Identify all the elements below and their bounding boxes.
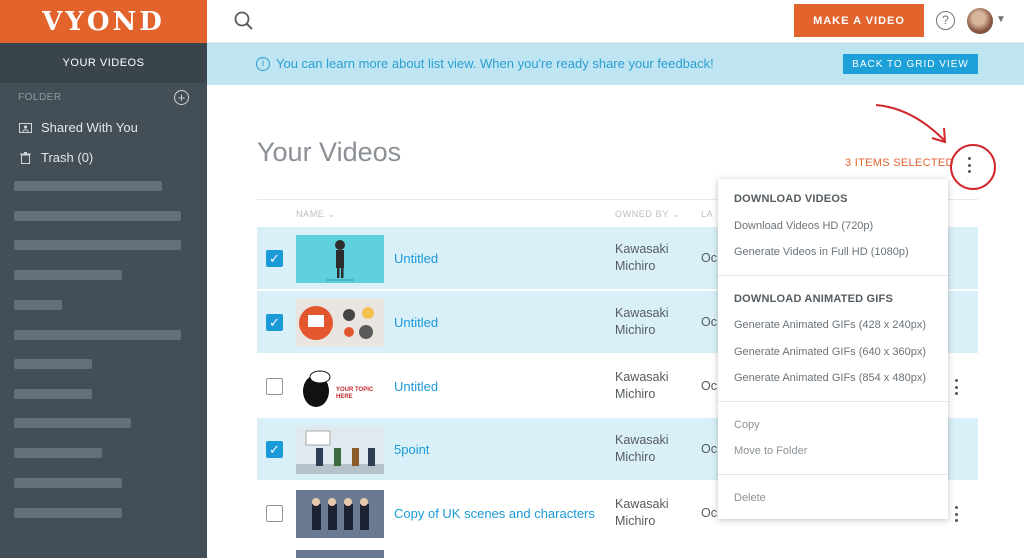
column-name[interactable]: NAME ⌄ <box>296 209 336 220</box>
shared-folder-icon <box>18 122 32 134</box>
video-title-link[interactable]: Untitled <box>394 251 438 266</box>
owner: Kawasaki Michiro <box>615 497 669 528</box>
blurred-folder[interactable] <box>14 508 122 518</box>
blurred-folder[interactable] <box>14 389 92 399</box>
menu-section-download-videos: DOWNLOAD VIDEOS <box>734 193 848 205</box>
annotation-circle <box>950 144 996 190</box>
row-more-icon[interactable] <box>951 506 961 522</box>
menu-item-gif-428[interactable]: Generate Animated GIFs (428 x 240px) <box>734 319 926 331</box>
page-title: Your Videos <box>257 137 402 167</box>
back-to-grid-view-button[interactable]: BACK TO GRID VIEW <box>843 54 978 74</box>
menu-divider <box>718 275 948 276</box>
info-banner: i You can learn more about list view. Wh… <box>207 43 1024 85</box>
last-modified: Oc <box>701 442 717 456</box>
blurred-folder[interactable] <box>14 211 181 221</box>
app-window: VYOND YOUR VIDEOS FOLDER + Shared With Y… <box>0 0 1024 558</box>
logo-bar[interactable]: VYOND <box>0 0 207 43</box>
vyond-logo: VYOND <box>42 6 165 37</box>
top-bar: MAKE A VIDEO ? ▼ <box>207 0 1024 43</box>
menu-item-download-hd[interactable]: Download Videos HD (720p) <box>734 220 873 232</box>
video-thumbnail[interactable]: YOUR TOPIC HERE <box>296 363 384 411</box>
menu-item-generate-full-hd[interactable]: Generate Videos in Full HD (1080p) <box>734 246 909 258</box>
last-modified: Oc <box>701 315 717 329</box>
blurred-folder[interactable] <box>14 270 122 280</box>
row-checkbox[interactable] <box>266 505 283 522</box>
annotation-arrow <box>875 104 947 144</box>
sidebar: VYOND YOUR VIDEOS FOLDER + Shared With Y… <box>0 0 207 558</box>
last-modified: Oc <box>701 379 717 393</box>
help-icon[interactable]: ? <box>936 11 955 30</box>
folder-header: FOLDER + <box>18 90 189 105</box>
menu-divider <box>718 474 948 475</box>
blurred-folder[interactable] <box>14 448 102 458</box>
owner: Kawasaki Michiro <box>615 433 669 464</box>
blurred-folder[interactable] <box>14 478 122 488</box>
video-thumbnail[interactable] <box>296 490 384 538</box>
table-row-partial <box>296 550 384 558</box>
video-thumbnail[interactable] <box>296 426 384 474</box>
last-modified: Oc <box>701 506 717 520</box>
menu-item-delete[interactable]: Delete <box>734 492 766 504</box>
sidebar-item-trash[interactable]: Trash (0) <box>18 150 93 165</box>
row-more-icon[interactable] <box>951 379 961 395</box>
owner: Kawasaki Michiro <box>615 370 669 401</box>
column-owned-by[interactable]: OWNED BY ⌄ <box>615 209 680 220</box>
menu-item-gif-854[interactable]: Generate Animated GIFs (854 x 480px) <box>734 372 926 384</box>
banner-text[interactable]: You can learn more about list view. When… <box>276 56 714 71</box>
thumbnail-caption: YOUR TOPIC HERE <box>336 387 374 400</box>
folder-label: FOLDER <box>18 92 62 103</box>
blurred-folder[interactable] <box>14 359 92 369</box>
blurred-folder[interactable] <box>14 300 62 310</box>
actions-dropdown-menu: DOWNLOAD VIDEOS Download Videos HD (720p… <box>718 179 948 519</box>
sidebar-item-label: Shared With You <box>41 120 138 135</box>
menu-divider <box>718 401 948 402</box>
column-last[interactable]: LA <box>701 209 713 219</box>
video-thumbnail[interactable] <box>296 235 384 283</box>
sidebar-item-label: Trash (0) <box>41 150 94 165</box>
make-a-video-button[interactable]: MAKE A VIDEO <box>794 4 924 37</box>
search-icon[interactable] <box>233 10 255 32</box>
trash-icon <box>18 151 32 164</box>
blurred-folder[interactable] <box>14 330 181 340</box>
row-checkbox[interactable]: ✓ <box>266 441 283 458</box>
menu-item-gif-640[interactable]: Generate Animated GIFs (640 x 360px) <box>734 346 926 358</box>
menu-item-copy[interactable]: Copy <box>734 419 760 431</box>
menu-item-move-to-folder[interactable]: Move to Folder <box>734 445 807 457</box>
blurred-folder[interactable] <box>14 418 131 428</box>
row-checkbox[interactable] <box>266 378 283 395</box>
video-thumbnail[interactable] <box>296 299 384 347</box>
chevron-down-icon[interactable]: ▼ <box>996 14 1006 25</box>
blurred-folder[interactable] <box>14 181 162 191</box>
info-icon: i <box>256 57 270 71</box>
menu-section-download-gifs: DOWNLOAD ANIMATED GIFS <box>734 293 893 305</box>
owner: Kawasaki Michiro <box>615 306 669 337</box>
items-selected-label: 3 ITEMS SELECTED <box>845 157 954 169</box>
owner: Kawasaki Michiro <box>615 242 669 273</box>
sidebar-item-shared[interactable]: Shared With You <box>18 120 138 135</box>
video-title-link[interactable]: Copy of UK scenes and characters <box>394 506 595 521</box>
blurred-folder[interactable] <box>14 240 181 250</box>
avatar[interactable] <box>967 8 993 34</box>
row-checkbox[interactable]: ✓ <box>266 314 283 331</box>
last-modified: Oc <box>701 251 717 265</box>
add-folder-icon[interactable]: + <box>174 90 189 105</box>
video-title-link[interactable]: 5point <box>394 442 429 457</box>
sidebar-your-videos[interactable]: YOUR VIDEOS <box>0 43 207 83</box>
row-checkbox[interactable]: ✓ <box>266 250 283 267</box>
video-title-link[interactable]: Untitled <box>394 379 438 394</box>
video-title-link[interactable]: Untitled <box>394 315 438 330</box>
